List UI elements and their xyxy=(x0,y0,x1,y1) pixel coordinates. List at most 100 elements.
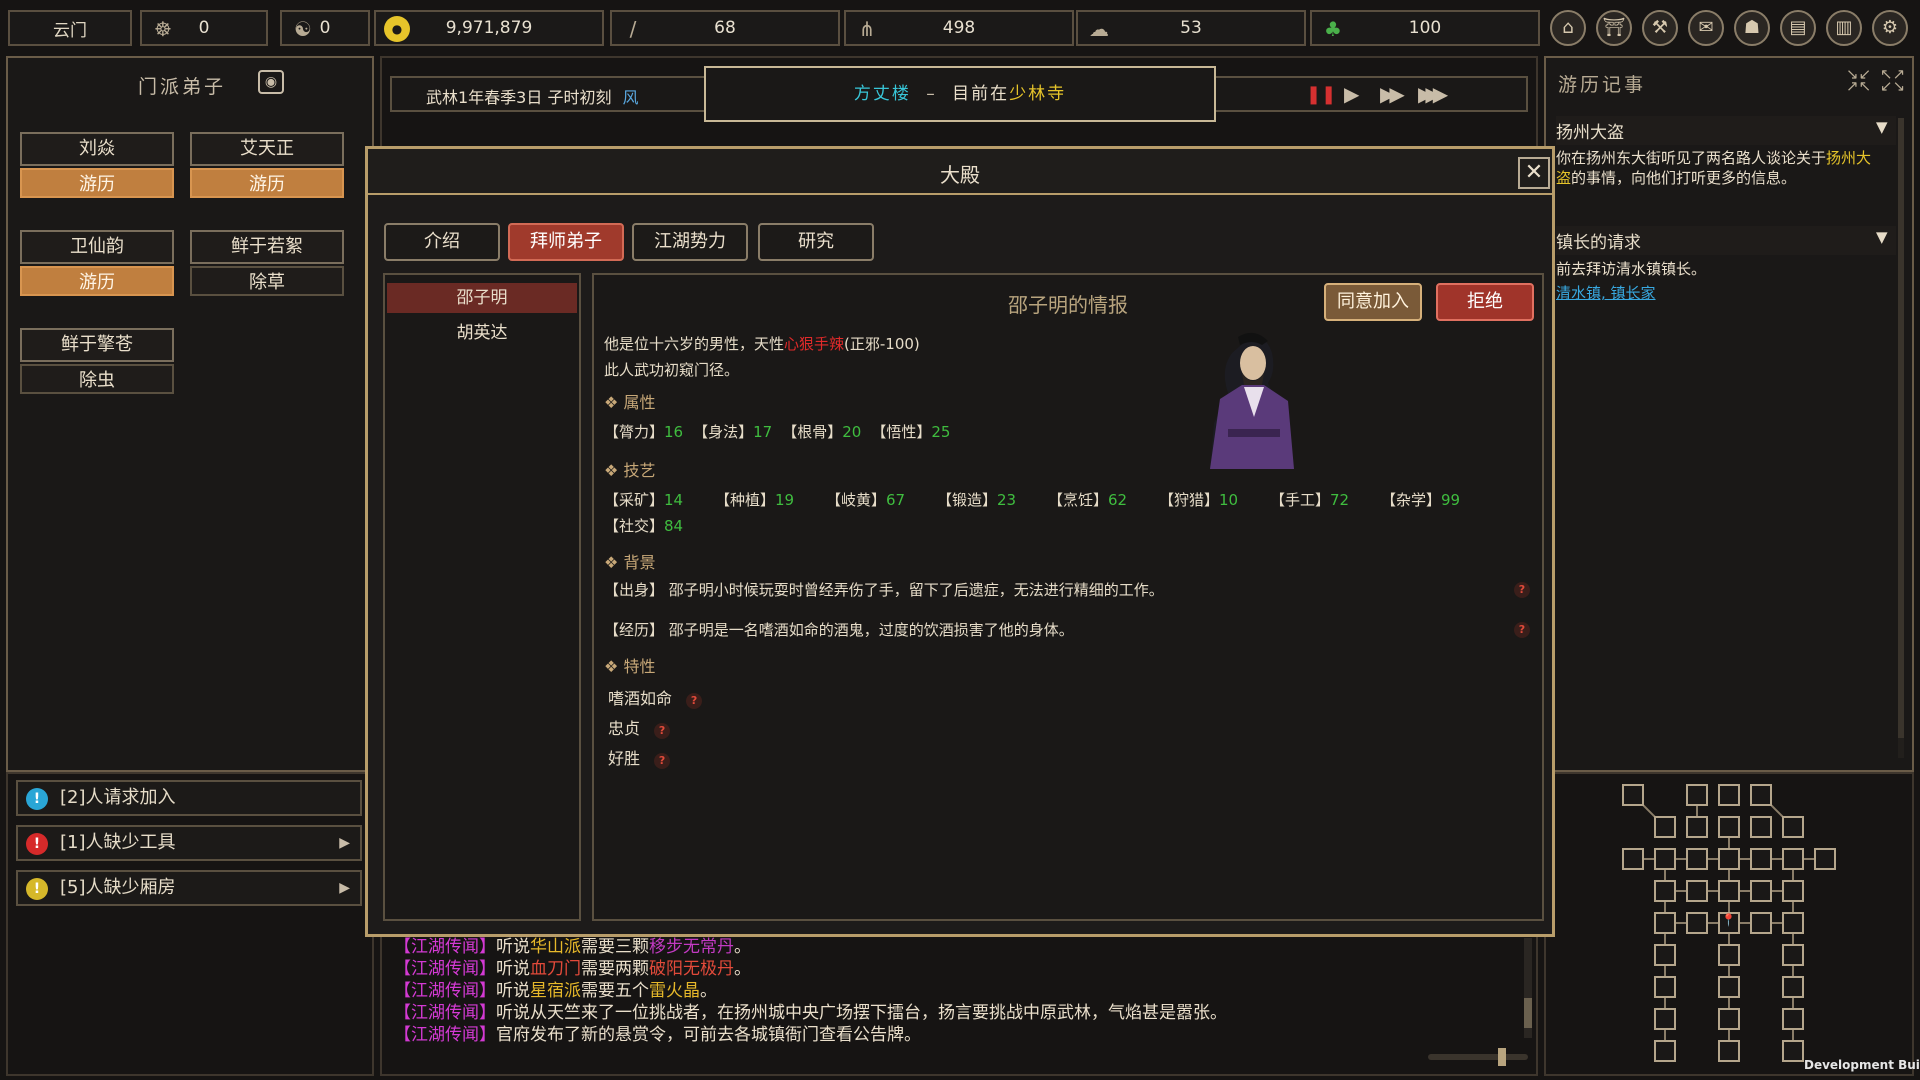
resource-herb[interactable]: ♣ 100 xyxy=(1310,10,1540,46)
expand-icon[interactable]: ↖↗ ↙↘ xyxy=(1880,67,1905,94)
tools-icon[interactable]: ⚒ xyxy=(1642,10,1678,46)
manual-icon[interactable]: ▥ xyxy=(1826,10,1862,46)
map-location[interactable] xyxy=(1622,848,1644,870)
applicant-item[interactable]: 胡英达 xyxy=(387,318,577,348)
map-location[interactable] xyxy=(1686,816,1708,838)
book-icon[interactable]: ▤ xyxy=(1780,10,1816,46)
tab-0[interactable]: 介绍 xyxy=(384,223,500,261)
map-location[interactable] xyxy=(1654,1040,1676,1062)
map-location[interactable] xyxy=(1718,880,1740,902)
map-location[interactable] xyxy=(1750,784,1772,806)
reject-button[interactable]: 拒绝 xyxy=(1436,283,1534,321)
fastest-button[interactable]: ▶▶▶ xyxy=(1418,82,1448,106)
map-location[interactable] xyxy=(1686,880,1708,902)
gate-icon[interactable]: ⛩ xyxy=(1596,10,1632,46)
tab-2[interactable]: 江湖势力 xyxy=(632,223,748,261)
map-location[interactable] xyxy=(1686,784,1708,806)
alert-item[interactable]: ! [1]人缺少工具 ▶ xyxy=(16,825,362,861)
sect-name-box[interactable]: 云门 xyxy=(8,10,132,46)
disciple-card[interactable]: 刘焱 游历 xyxy=(20,132,180,222)
map-location[interactable] xyxy=(1750,848,1772,870)
zoom-slider[interactable] xyxy=(1428,1048,1528,1066)
map-location[interactable] xyxy=(1782,976,1804,998)
trait-entry[interactable]: 嗜酒如命? xyxy=(608,685,703,709)
map-location[interactable] xyxy=(1622,784,1644,806)
collapse-arrow-icon[interactable]: ▼ xyxy=(1876,118,1888,136)
tab-3[interactable]: 研究 xyxy=(758,223,874,261)
disciple-card[interactable]: 艾天正 游历 xyxy=(190,132,350,222)
map-location[interactable] xyxy=(1718,1040,1740,1062)
map-location[interactable] xyxy=(1654,848,1676,870)
map-location[interactable] xyxy=(1654,976,1676,998)
event-title[interactable]: 镇长的请求 xyxy=(1556,226,1896,255)
skill-label: 【采矿】 xyxy=(604,491,665,509)
tab-1[interactable]: 拜师弟子 xyxy=(508,223,624,261)
applicant-item[interactable]: 邵子明 xyxy=(387,283,577,313)
resource-wood[interactable]: /68 xyxy=(610,10,840,46)
resource-grain[interactable]: ⋔ 498 xyxy=(844,10,1074,46)
disciple-card[interactable]: 卫仙韵 游历 xyxy=(20,230,180,320)
map-location[interactable] xyxy=(1782,848,1804,870)
map-location[interactable] xyxy=(1718,848,1740,870)
trait-entry[interactable]: 好胜? xyxy=(608,745,671,769)
bag-icon[interactable]: ☗ xyxy=(1734,10,1770,46)
map-location[interactable] xyxy=(1750,880,1772,902)
map-location[interactable] xyxy=(1654,1008,1676,1030)
map-location[interactable] xyxy=(1686,912,1708,934)
help-icon[interactable]: ? xyxy=(654,753,671,769)
disciple-card[interactable]: 鲜于若絮 除草 xyxy=(190,230,350,320)
collapse-arrow-icon[interactable]: ▼ xyxy=(1876,228,1888,246)
map-location[interactable] xyxy=(1782,816,1804,838)
help-icon[interactable]: ? xyxy=(686,693,703,709)
map-location[interactable] xyxy=(1718,976,1740,998)
event-link[interactable]: 清水镇, 镇长家 xyxy=(1556,282,1656,303)
resource-reputation[interactable]: ☸ 0 xyxy=(140,10,268,46)
help-icon[interactable]: ? xyxy=(654,723,671,739)
trait-entry[interactable]: 忠贞? xyxy=(608,715,671,739)
accept-button[interactable]: 同意加入 xyxy=(1324,283,1422,321)
map-location[interactable] xyxy=(1750,912,1772,934)
journal-scrollbar[interactable] xyxy=(1898,118,1904,758)
map-location[interactable] xyxy=(1782,912,1804,934)
help-icon[interactable]: ? xyxy=(1514,622,1530,638)
building-icon[interactable]: ⌂ xyxy=(1550,10,1586,46)
close-button[interactable]: ✕ xyxy=(1518,157,1550,189)
help-icon[interactable]: ? xyxy=(1514,582,1530,598)
play-button[interactable]: ▶ xyxy=(1344,82,1359,106)
alert-item[interactable]: ! [5]人缺少厢房 ▶ xyxy=(16,870,362,906)
resource-yinyang[interactable]: ☯ 0 xyxy=(280,10,370,46)
settings-icon[interactable]: ⚙ xyxy=(1872,10,1908,46)
journal-title: 游历记事 xyxy=(1558,74,1647,96)
map-location[interactable] xyxy=(1654,880,1676,902)
map-location[interactable] xyxy=(1814,848,1836,870)
resource-value: 68 xyxy=(714,18,736,38)
map-location[interactable] xyxy=(1750,816,1772,838)
map-location[interactable] xyxy=(1718,816,1740,838)
news-scrollbar[interactable] xyxy=(1524,938,1532,1038)
disciple-status: 游历 xyxy=(190,168,344,198)
location-box[interactable]: 方丈楼 – 目前在少林寺 xyxy=(704,66,1216,122)
map-location[interactable] xyxy=(1654,816,1676,838)
map-location[interactable] xyxy=(1686,848,1708,870)
attr-value: 25 xyxy=(931,423,951,441)
map-location[interactable] xyxy=(1782,944,1804,966)
location-prefix: 目前在 xyxy=(952,84,1010,104)
collapse-icon[interactable]: ↘↙ ↗↖ xyxy=(1846,67,1871,94)
map-location[interactable] xyxy=(1654,944,1676,966)
pause-button[interactable]: ❚❚ xyxy=(1306,84,1336,106)
map-location[interactable] xyxy=(1718,1008,1740,1030)
map-location[interactable] xyxy=(1782,1040,1804,1062)
fast-forward-button[interactable]: ▶▶ xyxy=(1380,82,1405,106)
disciple-card[interactable]: 鲜于擎苍 除虫 xyxy=(20,328,180,418)
event-title[interactable]: 扬州大盗 xyxy=(1556,116,1896,145)
map-location[interactable] xyxy=(1782,1008,1804,1030)
map-location[interactable] xyxy=(1718,784,1740,806)
scroll-icon[interactable]: ✉ xyxy=(1688,10,1724,46)
map-location[interactable] xyxy=(1654,912,1676,934)
map-location[interactable] xyxy=(1718,944,1740,966)
eye-icon[interactable]: ◉ xyxy=(258,70,284,94)
resource-coin[interactable]: ● 9,971,879 xyxy=(374,10,604,46)
map-location[interactable] xyxy=(1782,880,1804,902)
alert-item[interactable]: ! [2]人请求加入 xyxy=(16,780,362,816)
resource-ore[interactable]: ☁ 53 xyxy=(1076,10,1306,46)
